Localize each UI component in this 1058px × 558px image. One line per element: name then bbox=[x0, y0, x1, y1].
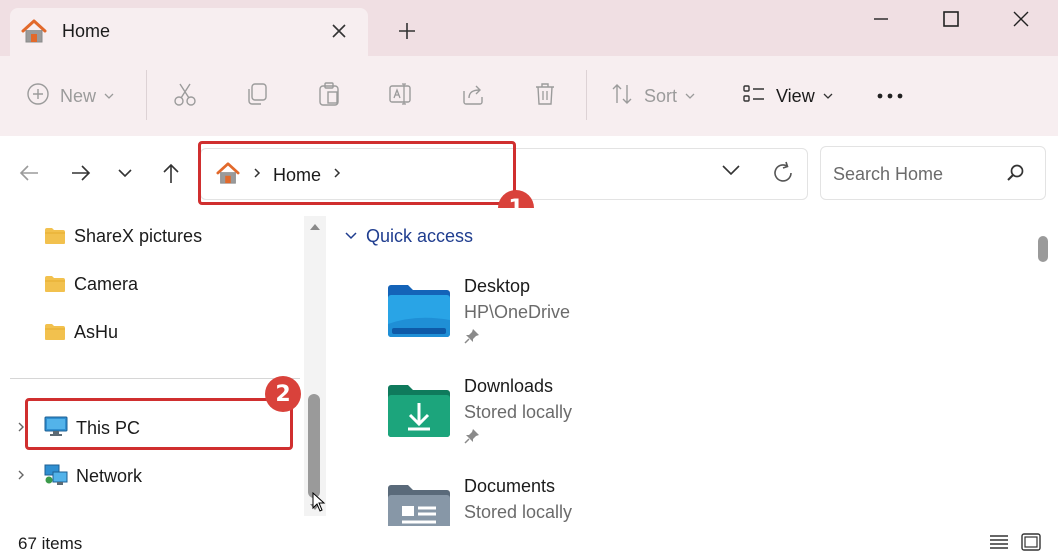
rename-button[interactable] bbox=[388, 80, 414, 112]
delete-button[interactable] bbox=[532, 80, 558, 112]
sort-button[interactable]: Sort bbox=[610, 80, 695, 112]
details-view-icon[interactable] bbox=[988, 532, 1010, 552]
navigation-pane: ShareX pictures Camera AsHu This PC Netw… bbox=[0, 208, 330, 526]
quick-access-label: Quick access bbox=[366, 226, 474, 246]
this-pc-highlight bbox=[25, 398, 293, 450]
item-name: Documents bbox=[464, 476, 556, 496]
sidebar-item-label: Network bbox=[76, 465, 143, 486]
sidebar-scroll-thumb[interactable] bbox=[308, 394, 320, 498]
cut-button[interactable] bbox=[172, 80, 198, 112]
documents-folder-icon bbox=[386, 484, 452, 526]
more-button[interactable] bbox=[876, 80, 904, 112]
sidebar-item-camera[interactable]: Camera bbox=[44, 268, 138, 300]
downloads-folder-icon bbox=[386, 384, 452, 443]
cut-icon bbox=[172, 81, 198, 112]
tab-close-icon[interactable] bbox=[328, 20, 350, 42]
command-bar: New Sort View bbox=[0, 56, 1058, 136]
item-name: Downloads bbox=[464, 376, 554, 396]
recent-locations-chevron-icon[interactable] bbox=[110, 158, 140, 188]
folder-icon bbox=[44, 227, 66, 245]
pin-icon bbox=[464, 328, 480, 349]
item-location: Stored locally bbox=[464, 402, 573, 422]
item-count: 67 items bbox=[18, 534, 83, 553]
maximize-icon[interactable] bbox=[928, 4, 974, 34]
tab-home[interactable]: Home bbox=[10, 8, 368, 56]
rename-icon bbox=[388, 81, 414, 112]
minimize-icon[interactable] bbox=[858, 4, 904, 34]
sidebar-item-ashu[interactable]: AsHu bbox=[44, 316, 118, 348]
sidebar-item-label: AsHu bbox=[74, 321, 119, 342]
sort-icon bbox=[610, 82, 634, 111]
new-label: New bbox=[60, 85, 97, 106]
annotation-badge-2: 2 bbox=[265, 376, 301, 412]
forward-arrow-icon[interactable] bbox=[66, 158, 96, 188]
content-scroll-thumb[interactable] bbox=[1038, 236, 1048, 262]
plus-icon[interactable] bbox=[394, 18, 420, 44]
toolbar-divider bbox=[586, 70, 587, 120]
item-name: Desktop bbox=[464, 276, 531, 296]
search-placeholder: Search Home bbox=[833, 164, 944, 184]
sort-label: Sort bbox=[644, 85, 678, 106]
chevron-down-icon bbox=[685, 87, 695, 105]
sidebar-item-label: Camera bbox=[74, 273, 139, 294]
scroll-up-icon[interactable] bbox=[309, 222, 321, 232]
refresh-icon[interactable] bbox=[771, 161, 795, 190]
share-button[interactable] bbox=[460, 80, 486, 112]
address-bar-highlight bbox=[198, 141, 516, 205]
status-bar: 67 items bbox=[0, 526, 1058, 558]
view-label: View bbox=[776, 85, 815, 106]
quick-access-item-desktop[interactable]: Desktop HP\OneDrive bbox=[386, 276, 786, 366]
copy-button[interactable] bbox=[244, 80, 270, 112]
chevron-down-icon bbox=[823, 87, 833, 105]
expand-chevron-icon[interactable] bbox=[14, 468, 28, 482]
chevron-down-icon bbox=[344, 228, 358, 246]
folder-icon bbox=[44, 323, 66, 341]
delete-icon bbox=[532, 81, 558, 112]
toolbar-divider bbox=[146, 70, 147, 120]
folder-icon bbox=[44, 275, 66, 293]
plus-circle-icon bbox=[26, 82, 50, 111]
search-icon bbox=[1005, 163, 1025, 188]
sidebar-item-network[interactable]: Network bbox=[44, 460, 142, 492]
back-arrow-icon[interactable] bbox=[14, 158, 44, 188]
home-icon bbox=[20, 18, 48, 49]
item-location: HP\OneDrive bbox=[464, 302, 571, 322]
network-icon bbox=[44, 462, 68, 491]
close-icon[interactable] bbox=[998, 4, 1044, 34]
paste-button[interactable] bbox=[316, 80, 342, 112]
sidebar-divider bbox=[10, 378, 300, 379]
quick-access-item-documents[interactable]: Documents Stored locally bbox=[386, 476, 786, 526]
more-icon bbox=[876, 87, 904, 105]
title-bar: Home bbox=[0, 0, 1058, 56]
up-arrow-icon[interactable] bbox=[156, 158, 186, 188]
view-button[interactable]: View bbox=[742, 80, 833, 112]
quick-access-header[interactable]: Quick access bbox=[344, 226, 473, 247]
sidebar-item-sharex-pictures[interactable]: ShareX pictures bbox=[44, 220, 202, 252]
sidebar-item-label: ShareX pictures bbox=[74, 225, 203, 246]
new-button[interactable]: New bbox=[26, 80, 114, 112]
item-location: Stored locally bbox=[464, 502, 573, 522]
view-icon bbox=[742, 82, 766, 111]
main-content: Quick access Desktop HP\OneDrive Downloa… bbox=[330, 208, 1058, 526]
paste-icon bbox=[316, 81, 342, 112]
search-input[interactable]: Search Home bbox=[820, 146, 1046, 200]
copy-icon bbox=[244, 81, 270, 112]
quick-access-item-downloads[interactable]: Downloads Stored locally bbox=[386, 376, 786, 466]
large-icons-view-icon[interactable] bbox=[1020, 532, 1042, 552]
share-icon bbox=[460, 81, 486, 112]
desktop-folder-icon bbox=[386, 284, 452, 343]
mouse-cursor-icon bbox=[312, 492, 326, 512]
chevron-down-icon bbox=[104, 87, 114, 105]
address-history-chevron-icon[interactable] bbox=[721, 163, 741, 182]
tab-title: Home bbox=[62, 21, 111, 41]
pin-icon bbox=[464, 428, 480, 449]
